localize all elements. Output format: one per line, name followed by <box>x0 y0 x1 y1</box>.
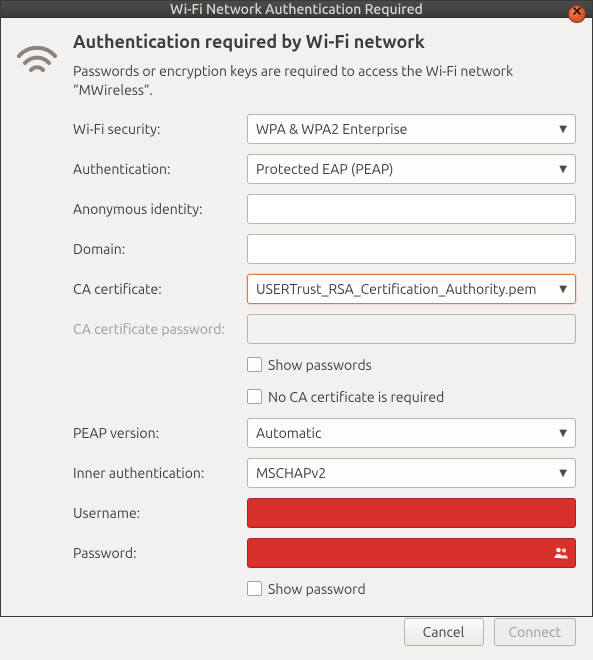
username-input[interactable] <box>247 498 576 528</box>
dialog-description: Passwords or encryption keys are require… <box>73 62 576 100</box>
show-passwords-checkbox[interactable] <box>247 357 262 372</box>
password-input[interactable] <box>247 538 576 568</box>
no-ca-required-label: No CA certificate is required <box>268 389 444 405</box>
wifi-security-select[interactable]: WPA & WPA2 Enterprise ▼ <box>247 114 576 144</box>
anonymous-identity-input[interactable] <box>247 194 576 224</box>
ca-cert-password-input <box>247 314 576 344</box>
label-domain: Domain: <box>73 241 243 257</box>
label-anonymous-identity: Anonymous identity: <box>73 201 243 217</box>
show-password-checkbox[interactable] <box>247 581 262 596</box>
label-wifi-security: Wi-Fi security: <box>73 121 243 137</box>
label-ca-certificate: CA certificate: <box>73 281 243 297</box>
show-password-row[interactable]: Show password <box>247 578 576 600</box>
connect-button: Connect <box>494 618 577 646</box>
chevron-down-icon: ▼ <box>559 123 567 135</box>
show-password-label: Show password <box>268 581 366 597</box>
wifi-icon <box>17 44 57 76</box>
close-icon <box>572 6 582 16</box>
dialog-actions: Cancel Connect <box>17 600 576 646</box>
label-peap-version: PEAP version: <box>73 425 243 441</box>
header-text: Authentication required by Wi-Fi network… <box>73 32 576 114</box>
label-inner-auth: Inner authentication: <box>73 465 243 481</box>
label-authentication: Authentication: <box>73 161 243 177</box>
inner-auth-select[interactable]: MSCHAPv2 ▼ <box>247 458 576 488</box>
dialog-heading: Authentication required by Wi-Fi network <box>73 32 576 52</box>
cancel-button[interactable]: Cancel <box>404 618 484 646</box>
chevron-down-icon: ▼ <box>559 283 567 295</box>
peap-version-value: Automatic <box>256 425 321 441</box>
label-username: Username: <box>73 505 243 521</box>
authentication-select[interactable]: Protected EAP (PEAP) ▼ <box>247 154 576 184</box>
dialog-body: Authentication required by Wi-Fi network… <box>1 18 592 660</box>
label-ca-cert-password: CA certificate password: <box>73 321 243 337</box>
chevron-down-icon: ▼ <box>559 427 567 439</box>
dialog-window: Wi-Fi Network Authentication Required Au… <box>0 0 593 617</box>
ca-certificate-select[interactable]: USERTrust_RSA_Certification_Authority.pe… <box>247 274 576 304</box>
show-passwords-label: Show passwords <box>268 357 372 373</box>
window-title: Wi-Fi Network Authentication Required <box>170 1 423 17</box>
label-password: Password: <box>73 545 243 561</box>
no-ca-required-row[interactable]: No CA certificate is required <box>247 386 576 408</box>
wifi-security-value: WPA & WPA2 Enterprise <box>256 121 407 137</box>
domain-input[interactable] <box>247 234 576 264</box>
no-ca-required-checkbox[interactable] <box>247 389 262 404</box>
auth-form: Wi-Fi security: WPA & WPA2 Enterprise ▼ … <box>73 114 576 600</box>
show-passwords-row[interactable]: Show passwords <box>247 354 576 376</box>
peap-version-select[interactable]: Automatic ▼ <box>247 418 576 448</box>
inner-auth-value: MSCHAPv2 <box>256 465 326 481</box>
authentication-value: Protected EAP (PEAP) <box>256 161 393 177</box>
chevron-down-icon: ▼ <box>559 467 567 479</box>
close-button[interactable] <box>568 5 586 23</box>
titlebar: Wi-Fi Network Authentication Required <box>1 1 592 18</box>
header-row: Authentication required by Wi-Fi network… <box>17 32 576 114</box>
ca-certificate-value: USERTrust_RSA_Certification_Authority.pe… <box>256 281 536 297</box>
users-icon <box>553 545 569 561</box>
chevron-down-icon: ▼ <box>559 163 567 175</box>
